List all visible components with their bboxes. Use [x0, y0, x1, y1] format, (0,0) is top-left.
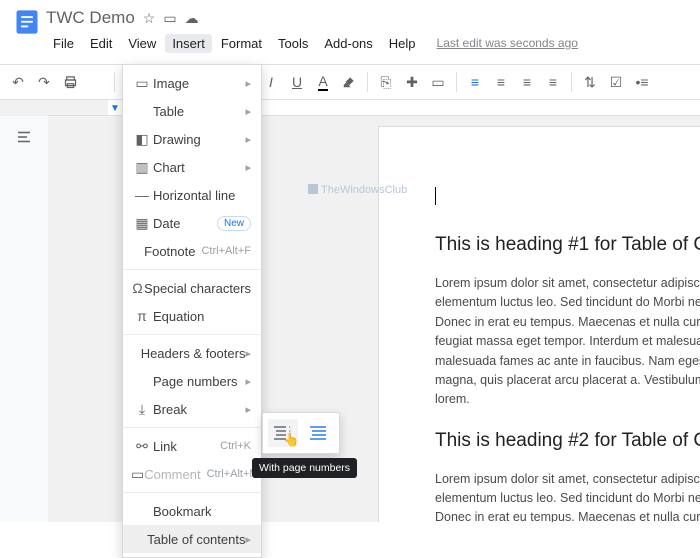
chevron-right-icon: ▸ [245, 533, 251, 546]
checklist-button[interactable]: ☑ [604, 70, 628, 94]
menu-file[interactable]: File [46, 34, 81, 53]
insert-date[interactable]: ▦DateNew [123, 209, 261, 237]
chevron-right-icon: ▸ [245, 347, 251, 360]
calendar-icon: ▦ [131, 215, 153, 232]
underline-button[interactable]: U [285, 70, 309, 94]
undo-button[interactable]: ↶ [6, 70, 30, 94]
hr-icon: ― [131, 187, 153, 203]
spellcheck-button[interactable] [84, 70, 108, 94]
app-header: TWC Demo ☆ ▭ ☁ File Edit View Insert For… [0, 0, 700, 64]
align-left-button[interactable]: ≡ [463, 70, 487, 94]
insert-image[interactable]: ▭Image▸ [123, 69, 261, 97]
last-edit-link[interactable]: Last edit was seconds ago [437, 36, 578, 50]
drawing-icon: ◧ [131, 131, 153, 148]
tab-marker-icon[interactable]: ▼ [110, 103, 120, 114]
page[interactable]: This is heading #1 for Table of Contents… [378, 126, 700, 522]
move-folder-icon[interactable]: ▭ [163, 10, 176, 27]
insert-headers-footers[interactable]: Headers & footers▸ [123, 339, 261, 367]
paragraph-2[interactable]: Lorem ipsum dolor sit amet, consectetur … [435, 470, 700, 522]
insert-chart[interactable]: ▥Chart▸ [123, 153, 261, 181]
insert-equation[interactable]: πEquation [123, 302, 261, 330]
align-right-button[interactable]: ≡ [515, 70, 539, 94]
redo-button[interactable]: ↷ [32, 70, 56, 94]
menu-addons[interactable]: Add-ons [317, 34, 379, 53]
bulleted-list-button[interactable]: •≡ [630, 70, 654, 94]
insert-image-button[interactable]: ▭ [426, 70, 450, 94]
insert-horizontal-line[interactable]: ―Horizontal line [123, 181, 261, 209]
omega-icon: Ω [131, 280, 144, 296]
chevron-right-icon: ▸ [245, 133, 251, 146]
menu-help[interactable]: Help [382, 34, 423, 53]
text-color-button[interactable]: A [311, 70, 335, 94]
watermark: TheWindowsClub [308, 184, 407, 196]
menubar: File Edit View Insert Format Tools Add-o… [46, 32, 692, 54]
chevron-right-icon: ▸ [245, 77, 251, 90]
insert-drawing[interactable]: ◧Drawing▸ [123, 125, 261, 153]
text-cursor [435, 187, 436, 205]
ruler-row: ▼ [0, 100, 700, 116]
insert-comment-button[interactable]: ✚ [400, 70, 424, 94]
paragraph-1[interactable]: Lorem ipsum dolor sit amet, consectetur … [435, 274, 700, 410]
pointer-cursor-icon: 👆 [283, 432, 299, 448]
break-icon: ⤓ [131, 401, 153, 418]
insert-link[interactable]: ⚯LinkCtrl+K [123, 432, 261, 460]
insert-break[interactable]: ⤓Break▸ [123, 395, 261, 423]
italic-button[interactable]: I [259, 70, 283, 94]
outline-toggle-icon[interactable] [15, 128, 33, 151]
insert-special-characters[interactable]: ΩSpecial characters [123, 274, 261, 302]
image-icon: ▭ [131, 75, 153, 92]
insert-menu-dropdown: ▭Image▸ Table▸ ◧Drawing▸ ▥Chart▸ ―Horizo… [122, 64, 262, 558]
print-button[interactable] [58, 70, 82, 94]
chevron-right-icon: ▸ [245, 105, 251, 118]
align-center-button[interactable]: ≡ [489, 70, 513, 94]
toc-with-links[interactable] [304, 419, 334, 447]
left-sidebar [0, 116, 48, 522]
chevron-right-icon: ▸ [245, 403, 251, 416]
chart-icon: ▥ [131, 159, 153, 176]
heading-1[interactable]: This is heading #1 for Table of Contents [435, 234, 700, 256]
insert-table[interactable]: Table▸ [123, 97, 261, 125]
menu-tools[interactable]: Tools [271, 34, 315, 53]
align-justify-button[interactable]: ≡ [541, 70, 565, 94]
insert-bookmark[interactable]: Bookmark [123, 497, 261, 525]
toolbar: ↶ ↷ − 11 + B I U A ⎘ ✚ ▭ ≡ ≡ ≡ ≡ ⇅ ☑ •≡ [0, 64, 700, 100]
pi-icon: π [131, 308, 153, 324]
heading-2[interactable]: This is heading #2 for Table of Contents [435, 430, 700, 452]
link-icon: ⚯ [131, 438, 153, 455]
menu-insert[interactable]: Insert [165, 34, 212, 53]
highlight-button[interactable] [337, 70, 361, 94]
toc-options-flyout: 1234 [262, 412, 340, 454]
tooltip: With page numbers [252, 458, 357, 478]
line-spacing-button[interactable]: ⇅ [578, 70, 602, 94]
cloud-saved-icon: ☁ [185, 10, 199, 27]
document-title[interactable]: TWC Demo [46, 8, 135, 28]
new-badge: New [217, 216, 251, 231]
menu-edit[interactable]: Edit [83, 34, 119, 53]
insert-table-of-contents[interactable]: Table of contents▸ [123, 525, 261, 553]
menu-view[interactable]: View [121, 34, 163, 53]
chevron-right-icon: ▸ [245, 375, 251, 388]
chevron-right-icon: ▸ [245, 161, 251, 174]
insert-comment[interactable]: ▭CommentCtrl+Alt+M [123, 460, 261, 488]
star-icon[interactable]: ☆ [143, 10, 156, 27]
insert-footnote[interactable]: FootnoteCtrl+Alt+F [123, 237, 261, 265]
insert-link-button[interactable]: ⎘ [374, 70, 398, 94]
insert-page-numbers[interactable]: Page numbers▸ [123, 367, 261, 395]
menu-format[interactable]: Format [214, 34, 269, 53]
comment-icon: ▭ [131, 466, 144, 483]
docs-logo[interactable] [8, 6, 46, 64]
